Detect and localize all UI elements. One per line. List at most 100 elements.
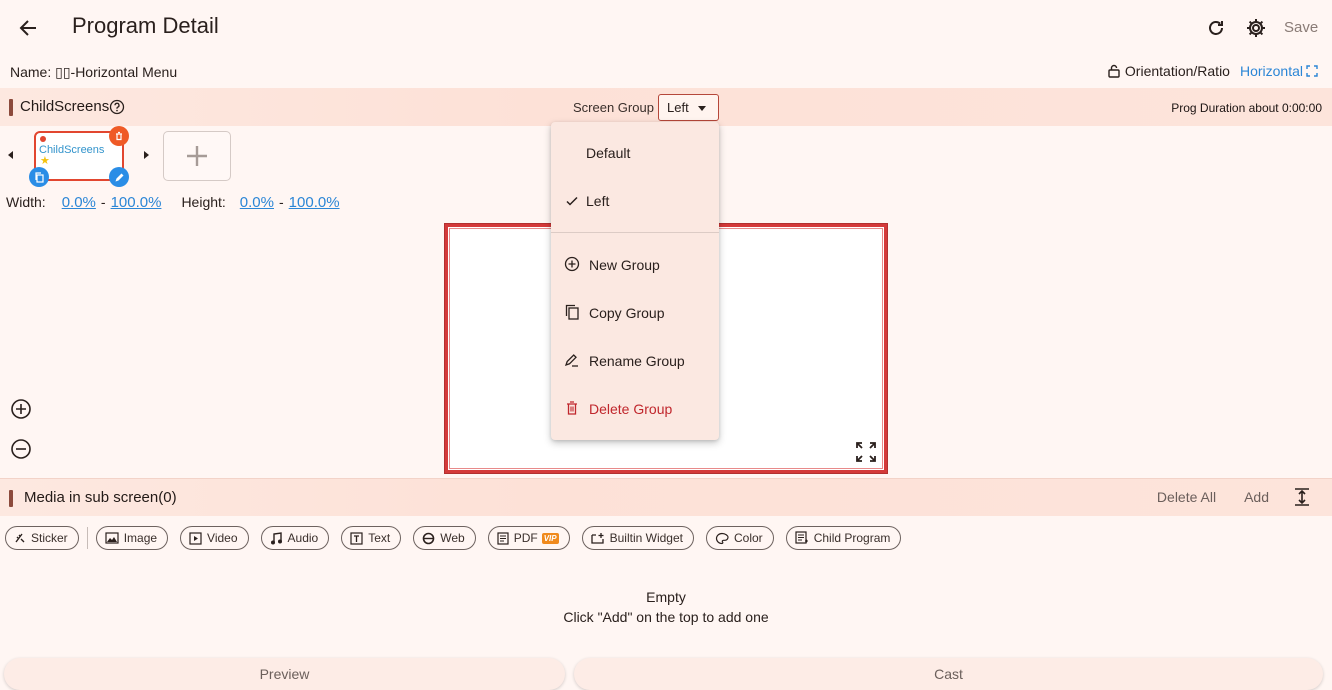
vip-badge: VIP [541, 532, 559, 544]
copy-child-button[interactable] [29, 167, 49, 187]
copy-icon [34, 171, 44, 183]
zoom-out-icon [11, 439, 31, 459]
chip-label: Image [123, 531, 158, 545]
zoom-out-button[interactable] [10, 438, 32, 460]
widget-icon [590, 532, 604, 544]
chip-label: Builtin Widget [609, 531, 683, 545]
menu-item-rename-group[interactable]: Rename Group [551, 337, 719, 385]
delete-all-button[interactable]: Delete All [1157, 489, 1216, 505]
rename-icon [564, 354, 578, 367]
fullscreen-button[interactable] [855, 441, 877, 463]
arrow-back-icon [19, 20, 36, 36]
image-icon [105, 532, 119, 544]
height-from[interactable]: 0.0% [240, 194, 274, 211]
chip-label: Audio [287, 531, 319, 545]
back-button[interactable] [10, 10, 46, 46]
menu-item-label: Rename Group [589, 353, 685, 369]
menu-item-label: New Group [589, 257, 660, 273]
childscreens-title: ChildScreens [20, 98, 109, 115]
active-dot [40, 136, 46, 142]
screen-group-menu: Default Left New Group Copy Group Rename… [551, 122, 719, 440]
section-marker [9, 99, 13, 116]
orientation-label: Orientation/Ratio [1124, 63, 1230, 79]
plus-icon [187, 146, 207, 166]
orientation-row: Orientation/Ratio Horizontal [1107, 63, 1318, 79]
height-to[interactable]: 100.0% [289, 194, 340, 211]
chip-label: Color [734, 531, 763, 545]
chip-pdf[interactable]: PDF VIP [487, 526, 570, 550]
empty-hint: Click "Add" on the top to add one [563, 609, 769, 625]
delete-child-button[interactable] [109, 126, 129, 146]
refresh-icon [1209, 21, 1223, 35]
chip-divider [86, 527, 88, 549]
menu-item-left[interactable]: Left [551, 177, 719, 225]
cast-button[interactable]: Cast [574, 658, 1323, 690]
edit-child-button[interactable] [109, 167, 129, 187]
menu-divider [551, 232, 719, 233]
media-header: Media in sub screen(0) [0, 478, 1332, 516]
media-actions: Delete All Add [1157, 478, 1332, 516]
child-program-icon [795, 531, 808, 544]
video-icon [189, 531, 202, 545]
height-dash: - [279, 194, 284, 210]
refresh-button[interactable] [1200, 12, 1232, 44]
caret-down-icon [698, 106, 706, 111]
menu-item-label: Copy Group [589, 305, 665, 321]
childscreens-title-text: ChildScreens [20, 98, 110, 115]
collapse-vertical-icon[interactable] [1293, 487, 1311, 507]
preview-button[interactable]: Preview [4, 658, 565, 690]
fullscreen-icon [856, 442, 876, 462]
menu-item-label: Left [586, 193, 610, 209]
trash-icon [567, 401, 577, 415]
chip-video[interactable]: Video [180, 526, 249, 550]
scroll-right-icon[interactable] [144, 151, 149, 159]
chip-image[interactable]: Image [95, 526, 169, 550]
chip-web[interactable]: Web [413, 526, 476, 550]
menu-item-delete-group[interactable]: Delete Group [551, 385, 719, 433]
zoom-in-button[interactable] [10, 398, 32, 420]
screen-group-select[interactable]: Left [658, 94, 719, 121]
chip-color[interactable]: Color [706, 526, 774, 550]
lock-icon [1108, 64, 1120, 78]
width-from[interactable]: 0.0% [62, 194, 96, 211]
scroll-left-icon[interactable] [8, 151, 13, 159]
pdf-icon [497, 531, 509, 545]
chip-text[interactable]: Text [341, 526, 402, 550]
screen-group-value: Left [667, 100, 689, 115]
menu-item-copy-group[interactable]: Copy Group [551, 289, 719, 337]
chip-audio[interactable]: Audio [260, 526, 330, 550]
menu-item-new-group[interactable]: New Group [551, 241, 719, 289]
media-title: Media in sub screen(0) [24, 489, 177, 506]
width-dash: - [100, 194, 106, 210]
check-icon [566, 196, 578, 206]
save-button[interactable]: Save [1284, 19, 1318, 36]
media-type-chips: Sticker Image Video Audio Text Web PDF V… [5, 526, 913, 550]
star-icon: ★ [40, 155, 50, 167]
program-name-label: Name: [10, 64, 56, 80]
orientation-value[interactable]: Horizontal [1240, 63, 1303, 79]
add-circle-icon [564, 256, 580, 272]
copy-icon [565, 304, 579, 320]
chip-builtin-widget[interactable]: Builtin Widget [581, 526, 694, 550]
zoom-in-icon [11, 399, 31, 419]
chip-child-program[interactable]: Child Program [785, 526, 902, 550]
chip-sticker[interactable]: Sticker [5, 526, 79, 550]
add-media-button[interactable]: Add [1244, 489, 1269, 505]
empty-title: Empty [646, 589, 686, 605]
menu-item-default[interactable]: Default [551, 129, 719, 177]
size-row: Width: 0.0% - 100.0% Height: 0.0% - 100.… [6, 194, 340, 211]
music-note-icon [270, 531, 282, 544]
chip-label: Web [440, 531, 465, 545]
program-name: Name: ▯▯-Horizontal Menu [10, 64, 177, 81]
page-title: Program Detail [72, 13, 219, 38]
width-to[interactable]: 100.0% [111, 194, 162, 211]
menu-item-label: Delete Group [589, 401, 673, 417]
web-icon [422, 532, 435, 544]
screen-group-label: Screen Group [573, 100, 654, 115]
chip-label: Text [368, 531, 391, 545]
section-marker [9, 490, 13, 507]
add-child-screen-button[interactable] [163, 131, 231, 181]
settings-button[interactable] [1240, 12, 1272, 44]
palette-icon [715, 532, 729, 544]
help-icon[interactable] [109, 99, 125, 115]
